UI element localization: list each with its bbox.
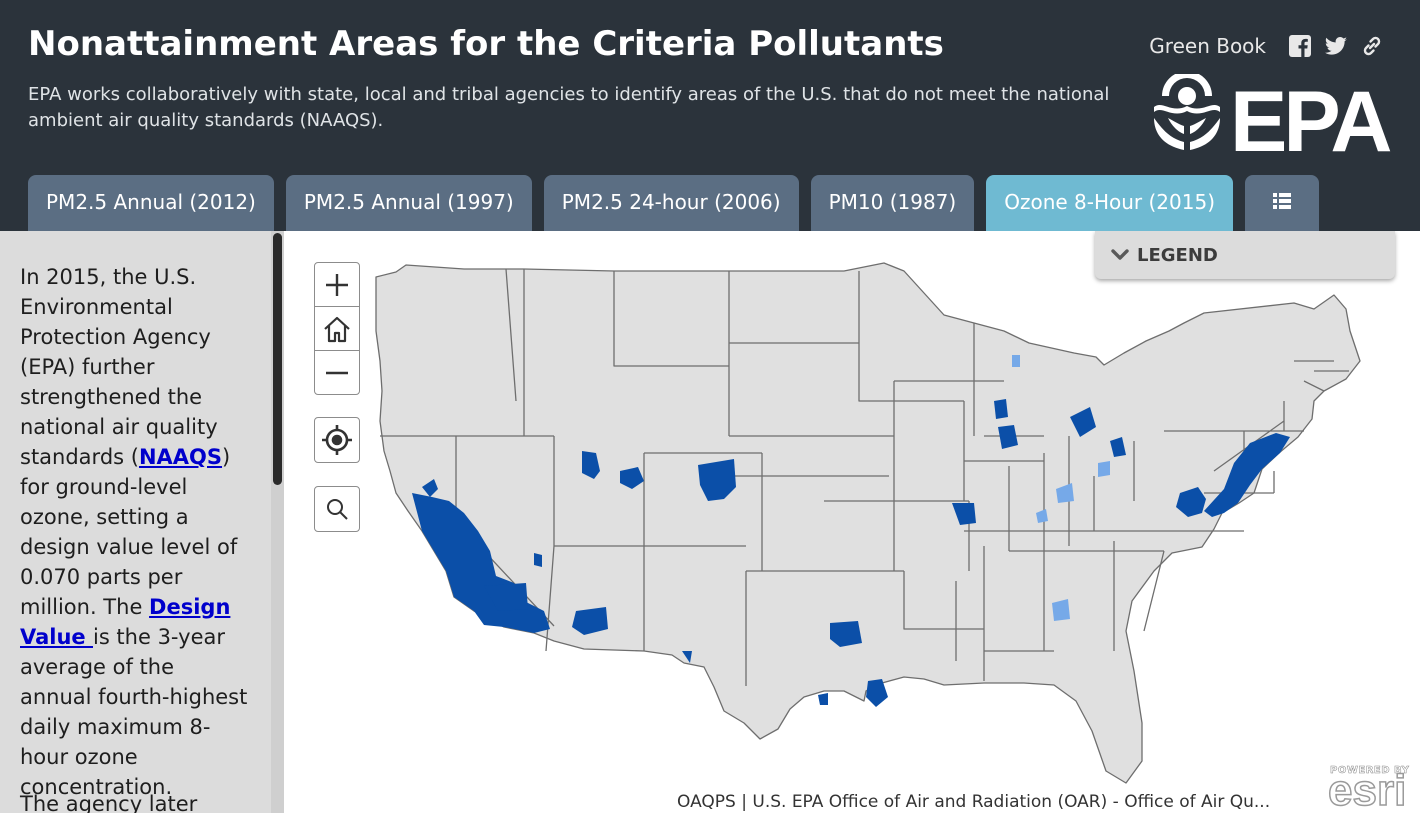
sidebar-text-part1: In 2015, the U.S. Environmental Protecti… <box>20 265 218 469</box>
zoom-out-icon <box>326 371 348 374</box>
home-icon <box>324 316 350 342</box>
search-button[interactable] <box>314 486 360 532</box>
home-button[interactable] <box>315 307 359 351</box>
twitter-icon[interactable] <box>1324 34 1348 58</box>
area-columbus <box>1098 461 1110 477</box>
map-attribution: OAQPS | U.S. EPA Office of Air and Radia… <box>677 792 1271 812</box>
header-links: Green Book <box>1149 34 1384 58</box>
area-las-vegas <box>534 553 542 567</box>
list-icon <box>1272 176 1292 230</box>
sidebar-paragraph: In 2015, the U.S. Environmental Protecti… <box>20 262 252 802</box>
epa-logo[interactable]: EPA <box>1150 74 1400 156</box>
area-san-antonio <box>818 693 828 705</box>
area-houston <box>866 679 888 707</box>
tab-pm25-24hour-2006[interactable]: PM2.5 24-hour (2006) <box>543 175 799 231</box>
pollutant-tabs: PM2.5 Annual (2012) PM2.5 Annual (1997) … <box>28 175 1320 231</box>
esri-logo[interactable]: POWERED BY esri <box>1322 763 1418 813</box>
zoom-in-icon <box>326 273 348 296</box>
facebook-icon[interactable] <box>1288 34 1312 58</box>
link-icon[interactable] <box>1360 34 1384 58</box>
zoom-out-button[interactable] <box>315 351 359 394</box>
naaqs-link[interactable]: NAAQS <box>139 445 222 469</box>
page-subtitle: EPA works collaboratively with state, lo… <box>28 84 1110 131</box>
story-sidebar[interactable]: In 2015, the U.S. Environmental Protecti… <box>0 231 284 813</box>
zoom-in-button[interactable] <box>315 263 359 307</box>
tab-pm25-annual-2012[interactable]: PM2.5 Annual (2012) <box>28 175 274 231</box>
sidebar-text-part3: is the 3-year average of the annual four… <box>20 625 248 799</box>
locate-icon <box>322 425 352 455</box>
tab-list-view[interactable] <box>1245 175 1320 231</box>
locate-button[interactable] <box>314 417 360 463</box>
legend-toggle[interactable]: LEGEND <box>1095 231 1395 279</box>
sidebar-scrollbar-thumb[interactable] <box>273 233 282 485</box>
us-states <box>375 262 1361 784</box>
tab-pm25-annual-1997[interactable]: PM2.5 Annual (1997) <box>285 175 532 231</box>
page-title: Nonattainment Areas for the Criteria Pol… <box>28 24 944 64</box>
green-book-link[interactable]: Green Book <box>1149 34 1266 58</box>
search-icon <box>327 499 348 520</box>
zoom-controls <box>314 262 360 395</box>
us-nonattainment-map[interactable] <box>284 231 1420 813</box>
area-sheboygan <box>1012 355 1020 367</box>
epa-logo-wordmark: EPA <box>1230 74 1390 156</box>
chevron-down-icon <box>1111 249 1129 260</box>
tab-pm10-1987[interactable]: PM10 (1987) <box>810 175 975 231</box>
tab-ozone-8hour-2015[interactable]: Ozone 8-Hour (2015) <box>986 175 1234 231</box>
map-view[interactable]: LEGEND OAQPS | U.S. EPA Office of Air an… <box>284 231 1420 813</box>
area-milwaukee <box>994 399 1008 419</box>
sidebar-paragraph-2: The agency later <box>20 792 198 813</box>
sidebar-text-part2: ) for ground-level ozone, setting a desi… <box>20 445 238 619</box>
esri-wordmark: esri <box>1327 766 1407 813</box>
legend-label: LEGEND <box>1137 244 1218 266</box>
